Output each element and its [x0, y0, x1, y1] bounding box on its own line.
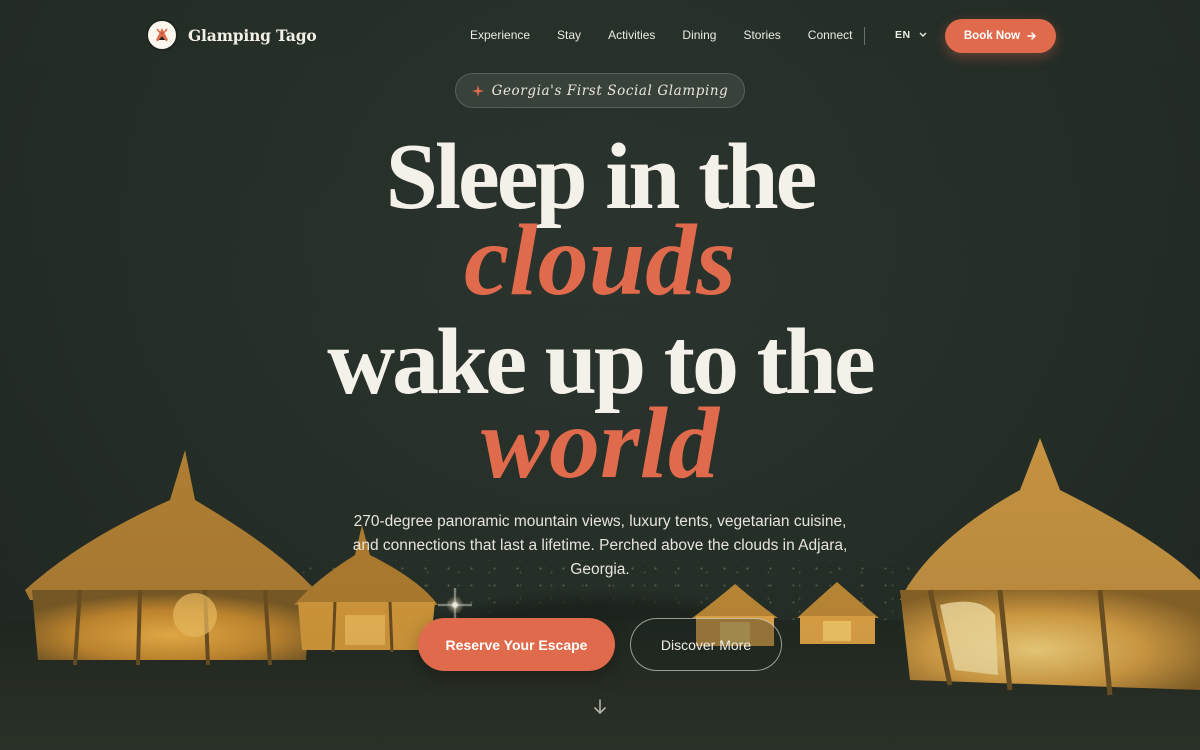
- brand-link[interactable]: Glamping Tago: [146, 19, 317, 51]
- badge-text: Georgia's First Social Glamping: [491, 82, 729, 99]
- hero-subtitle: 270-degree panoramic mountain views, lux…: [352, 513, 848, 578]
- discover-more-label: Discover More: [660, 636, 752, 653]
- nav-experience[interactable]: Experience: [470, 28, 530, 42]
- arrow-down-icon[interactable]: [592, 698, 608, 716]
- nav-stay[interactable]: Stay: [557, 28, 581, 42]
- arrow-right-icon: [1027, 32, 1036, 40]
- nav-stories[interactable]: Stories: [743, 28, 780, 42]
- reserve-escape-button[interactable]: Reserve Your Escape: [418, 618, 615, 671]
- language-selector[interactable]: EN: [895, 29, 927, 41]
- headline-accent-clouds: clouds: [463, 204, 737, 317]
- site-header: Glamping Tago Experience Stay Activities…: [0, 0, 1200, 72]
- language-code: EN: [895, 29, 911, 41]
- headline-accent-world: world: [480, 387, 720, 500]
- brand-name: Glamping Tago: [188, 25, 317, 45]
- chevron-down-icon: [919, 32, 927, 37]
- discover-more-button[interactable]: Discover More: [630, 618, 782, 671]
- reserve-escape-label: Reserve Your Escape: [445, 636, 588, 653]
- nav-connect[interactable]: Connect: [808, 28, 853, 42]
- nav-dining[interactable]: Dining: [682, 28, 716, 42]
- main-nav: Experience Stay Activities Dining Storie…: [470, 28, 853, 42]
- tagline-badge: Georgia's First Social Glamping: [455, 73, 745, 108]
- book-now-label: Book Now: [963, 30, 1021, 42]
- book-now-button[interactable]: Book Now: [945, 19, 1056, 53]
- nav-divider: [864, 27, 865, 45]
- tent-logo-icon: [146, 19, 178, 51]
- nav-activities[interactable]: Activities: [608, 28, 655, 42]
- sparkle-icon: [471, 84, 484, 97]
